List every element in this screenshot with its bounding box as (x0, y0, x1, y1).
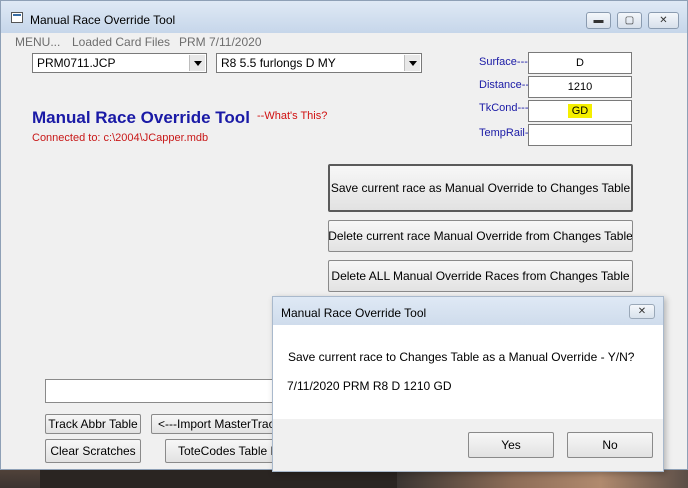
menu-item-date[interactable]: PRM 7/11/2020 (179, 35, 262, 49)
surface-value: D (576, 57, 584, 69)
race-value: R8 5.5 furlongs D MY (221, 56, 336, 70)
tkcond-field[interactable]: GD (528, 100, 632, 122)
race-dropdown[interactable]: R8 5.5 furlongs D MY (216, 53, 422, 73)
desktop-wallpaper-bottom (397, 470, 688, 488)
temprail-field[interactable] (528, 124, 632, 146)
track-abbr-table-button[interactable]: Track Abbr Table (45, 414, 141, 434)
import-mastertrack-button[interactable]: <---Import MasterTrack L (151, 414, 275, 434)
delete-current-override-button[interactable]: Delete current race Manual Override from… (328, 220, 633, 252)
dialog-message: Save current race to Changes Table as a … (288, 350, 635, 364)
chevron-down-icon[interactable] (189, 55, 205, 71)
maximize-button[interactable]: ▢ (617, 12, 642, 29)
card-file-dropdown[interactable]: PRM0711.JCP (32, 53, 207, 73)
window-title: Manual Race Override Tool (30, 13, 176, 27)
dialog-body: Save current race to Changes Table as a … (273, 325, 663, 419)
clear-scratches-button[interactable]: Clear Scratches (45, 439, 141, 463)
dialog-close-icon[interactable]: ✕ (629, 304, 655, 319)
tkcond-value: GD (567, 104, 593, 118)
distance-value: 1210 (567, 81, 593, 93)
chevron-down-icon[interactable] (404, 55, 420, 71)
menu-item-loaded-card-files[interactable]: Loaded Card Files (72, 35, 170, 49)
app-icon (11, 12, 23, 23)
connection-status: Connected to: c:\2004\JCapper.mdb (32, 132, 209, 144)
menu-bar: MENU... Loaded Card Files PRM 7/11/2020 (1, 33, 687, 51)
dialog-title-bar[interactable]: Manual Race Override Tool ✕ (273, 297, 663, 325)
tkcond-label: TkCond--- (479, 102, 529, 114)
yes-button[interactable]: Yes (468, 432, 554, 458)
totecodes-table-button[interactable]: ToteCodes Table Mg (165, 439, 275, 463)
dialog-detail: 7/11/2020 PRM R8 D 1210 GD (287, 379, 452, 393)
lower-text-box[interactable] (45, 379, 295, 403)
whats-this-link[interactable]: --What's This? (257, 110, 327, 122)
confirm-dialog: Manual Race Override Tool ✕ Save current… (272, 296, 664, 472)
dialog-title: Manual Race Override Tool (281, 306, 427, 320)
no-button[interactable]: No (567, 432, 653, 458)
card-file-value: PRM0711.JCP (37, 56, 116, 70)
surface-field[interactable]: D (528, 52, 632, 74)
close-button[interactable]: ✕ (648, 12, 679, 29)
title-bar[interactable]: Manual Race Override Tool ▬ ▢ ✕ (1, 1, 687, 33)
distance-label: Distance--- (479, 79, 533, 91)
surface-label: Surface--- (479, 56, 528, 68)
temprail-label: TempRail- (479, 127, 529, 139)
save-override-button[interactable]: Save current race as Manual Override to … (328, 164, 633, 212)
distance-field[interactable]: 1210 (528, 76, 632, 98)
minimize-button[interactable]: ▬ (586, 12, 611, 29)
delete-all-overrides-button[interactable]: Delete ALL Manual Override Races from Ch… (328, 260, 633, 292)
menu-item-menu[interactable]: MENU... (15, 35, 60, 49)
page-title: Manual Race Override Tool (32, 108, 250, 127)
